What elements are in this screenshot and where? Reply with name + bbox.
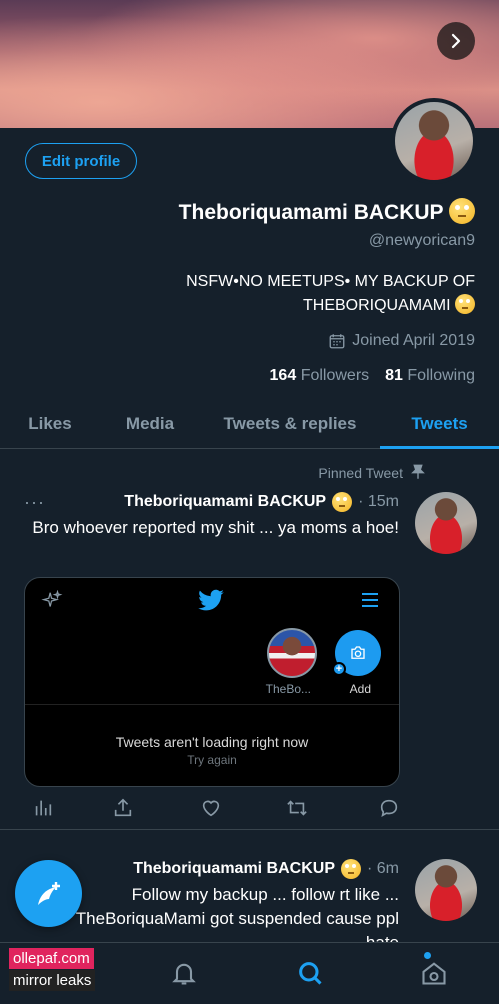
joined-date: Joined April 2019 (328, 332, 475, 350)
joined-text: Joined April 2019 (352, 332, 475, 349)
twitter-bird-icon (198, 589, 224, 611)
next-button[interactable] (437, 22, 475, 60)
add-plus-icon: + (332, 662, 346, 676)
bio-line-2-text: THEBORIQUAMAMI (302, 297, 451, 314)
followers-count: 164 (269, 367, 297, 384)
watermark-line-1: ollepaf.com (9, 948, 94, 969)
share-icon[interactable] (112, 797, 134, 819)
profile-tabs: Tweets Tweets & replies Media Likes (0, 400, 499, 449)
search-icon[interactable] (296, 959, 324, 987)
eye-roll-emoji-icon (341, 859, 361, 879)
camera-icon (351, 646, 365, 659)
eye-roll-emoji-icon (332, 492, 353, 512)
pin-icon (411, 464, 425, 479)
watermark: ollepaf.com mirror leaks (9, 948, 96, 991)
tab-likes[interactable]: Likes (0, 400, 100, 448)
watermark-line-2: mirror leaks (9, 970, 96, 991)
edit-profile-button[interactable]: Edit profile (25, 143, 137, 179)
follow-stats: 164 Followers 81 Following (270, 367, 475, 385)
sparkle-icon[interactable] (41, 590, 63, 612)
embed-divider (25, 704, 399, 705)
eye-roll-emoji-icon (455, 294, 475, 314)
reply-icon[interactable] (378, 797, 400, 819)
compose-tweet-button[interactable] (15, 860, 82, 927)
like-icon[interactable] (200, 797, 222, 819)
tweet-time: · 15m (358, 493, 399, 510)
home-icon[interactable] (420, 959, 448, 987)
calendar-icon (329, 334, 345, 349)
embedded-timeline-card[interactable]: + Add TheBo... Tweets aren't loading rig… (24, 577, 400, 787)
chevron-right-icon (451, 33, 461, 49)
tweet-text-line: Follow my backup ... follow rt like ... (131, 885, 399, 904)
tweet-author-name: Theboriquamami BACKUP (133, 860, 335, 877)
add-fleet-label: Add (349, 682, 371, 696)
analytics-icon[interactable] (32, 797, 54, 819)
tweet-header: Theboriquamami BACKUP · 6m (133, 859, 399, 879)
eye-roll-emoji-icon (449, 198, 475, 224)
followers-label: Followers (300, 367, 370, 384)
tweet-author-name: Theboriquamami BACKUP (124, 493, 327, 510)
new-content-dot (424, 952, 431, 959)
tweet-actions (24, 797, 400, 821)
followers-link[interactable]: 164 Followers (270, 367, 370, 385)
more-options-icon[interactable]: ··· (24, 492, 45, 513)
profile-display-name: Theboriquamami BACKUP (179, 198, 475, 225)
profile-bio: NSFW•NO MEETUPS• MY BACKUP OF THEBORIQUA… (95, 270, 475, 318)
following-count: 81 (385, 367, 403, 384)
retweet-icon[interactable] (286, 797, 308, 819)
tab-tweets-replies[interactable]: Tweets & replies (200, 400, 380, 448)
tweet-time: · 6m (367, 860, 399, 877)
embed-header (25, 578, 399, 624)
pinned-label: Pinned Tweet (318, 465, 403, 481)
following-link[interactable]: 81 Following (385, 367, 475, 385)
tweet-text: Bro whoever reported my shit ... ya moms… (32, 518, 399, 537)
compose-icon (37, 881, 60, 905)
fleet-user-label: TheBo... (265, 682, 311, 696)
tweet-header: Theboriquamami BACKUP · 15m (124, 492, 399, 512)
bio-line-1: NSFW•NO MEETUPS• MY BACKUP OF (186, 273, 475, 290)
following-label: Following (407, 367, 475, 384)
fleet-user-avatar[interactable] (267, 628, 317, 678)
embed-retry-link[interactable]: Try again (25, 753, 399, 767)
bio-line-2: THEBORIQUAMAMI (95, 294, 475, 318)
tweet-text-line: TheBoriquaMami got suspended cause ppl (75, 909, 399, 928)
tweet-avatar[interactable] (415, 492, 477, 554)
profile-avatar[interactable] (391, 98, 477, 184)
tweet-avatar[interactable] (415, 859, 477, 921)
tab-media[interactable]: Media (100, 400, 200, 448)
profile-handle: @newyorican9 (368, 232, 475, 249)
embed-error-message: Tweets aren't loading right now (115, 734, 309, 750)
notifications-icon[interactable] (170, 959, 198, 987)
menu-icon[interactable] (361, 592, 379, 608)
pinned-tweet[interactable]: Pinned Tweet Theboriquamami BACKUP · 15m… (0, 450, 499, 830)
display-name-text: Theboriquamami BACKUP (178, 201, 444, 224)
tab-tweets[interactable]: Tweets (380, 400, 499, 449)
